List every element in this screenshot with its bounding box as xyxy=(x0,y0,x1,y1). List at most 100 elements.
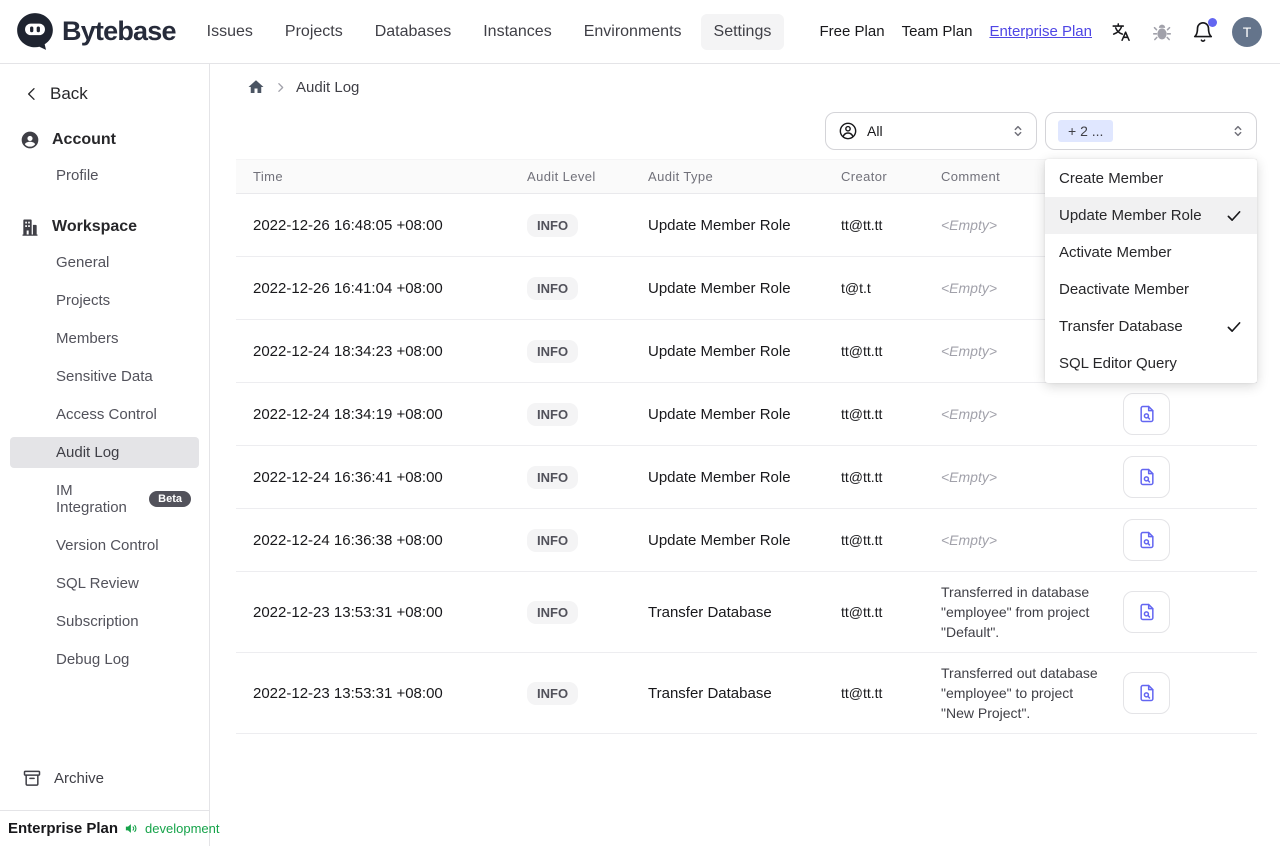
sidebar-section-title: Workspace xyxy=(52,218,138,235)
bytebase-logo-icon xyxy=(17,12,53,50)
nav-item-databases[interactable]: Databases xyxy=(362,14,465,50)
cell-time: 2022-12-24 16:36:38 +08:00 xyxy=(253,531,443,549)
sidebar-item-label: General xyxy=(56,254,110,271)
sidebar-item-label: Debug Log xyxy=(56,651,130,668)
cell-audit-type: Update Member Role xyxy=(648,531,791,549)
user-avatar[interactable]: T xyxy=(1232,16,1262,47)
audit-level-badge: INFO xyxy=(527,528,579,552)
sidebar-item-version-control[interactable]: Version Control xyxy=(10,530,199,561)
column-header-time: Time xyxy=(253,169,284,184)
cell-actions xyxy=(1106,662,1257,724)
sidebar-item-audit-log[interactable]: Audit Log xyxy=(10,437,199,468)
table-row: 2022-12-24 18:34:19 +08:00 INFO Update Mem… xyxy=(236,383,1257,446)
settings-sidebar: Back Account Profile Workspace General Proje… xyxy=(0,64,220,846)
menu-item-label: Create Member xyxy=(1059,170,1164,187)
nav-item-issues[interactable]: Issues xyxy=(194,14,266,50)
plan-link-free-plan[interactable]: Free Plan xyxy=(820,23,885,40)
audit-type-filter-select[interactable]: + 2 ... xyxy=(1045,112,1257,150)
sidebar-item-sensitive-data[interactable]: Sensitive Data xyxy=(10,361,199,392)
home-icon[interactable] xyxy=(247,78,265,96)
beta-badge: Beta xyxy=(149,491,191,507)
cell-audit-level: INFO xyxy=(510,393,631,436)
menu-item-create-member[interactable]: Create Member xyxy=(1045,160,1257,197)
cell-audit-type: Update Member Role xyxy=(648,216,791,234)
notification-dot xyxy=(1208,17,1217,27)
plan-link-team-plan[interactable]: Team Plan xyxy=(902,23,973,40)
column-header-creator: Creator xyxy=(841,169,888,184)
sidebar-item-label: Version Control xyxy=(56,537,159,554)
cell-creator: tt@tt.tt xyxy=(841,604,883,620)
sidebar-item-projects[interactable]: Projects xyxy=(10,285,199,316)
sidebar-item-access-control[interactable]: Access Control xyxy=(10,399,199,430)
menu-item-activate-member[interactable]: Activate Member xyxy=(1045,234,1257,271)
audit-type-dropdown-menu: Create Member Update Member Role Activate … xyxy=(1045,159,1257,383)
table-row: 2022-12-23 13:53:31 +08:00 INFO Transfer D… xyxy=(236,653,1257,734)
user-circle-icon xyxy=(839,122,857,140)
sidebar-item-label: SQL Review xyxy=(56,575,139,592)
nav-item-settings[interactable]: Settings xyxy=(700,13,785,50)
cell-audit-type: Transfer Database xyxy=(648,603,772,621)
creator-filter-select[interactable]: All xyxy=(825,112,1037,150)
chevron-up-down-icon xyxy=(1234,125,1242,137)
menu-item-sql-editor-query[interactable]: SQL Editor Query xyxy=(1045,345,1257,382)
file-search-icon xyxy=(1139,405,1154,423)
back-button[interactable]: Back xyxy=(0,64,209,104)
sidebar-section-items: General Projects Members Sensitive Data Acce… xyxy=(0,247,209,675)
creator-filter-value: All xyxy=(867,123,883,139)
sidebar-item-archive[interactable]: Archive xyxy=(0,760,209,796)
cell-creator: tt@tt.tt xyxy=(841,685,883,701)
sidebar-item-general[interactable]: General xyxy=(10,247,199,278)
sidebar-section-items: Profile xyxy=(0,160,209,191)
cell-audit-type: Update Member Role xyxy=(648,342,791,360)
bytebase-logo[interactable]: Bytebase xyxy=(14,11,176,53)
bug-report-icon[interactable] xyxy=(1150,20,1174,44)
notifications-bell-icon[interactable] xyxy=(1191,17,1217,44)
view-detail-button[interactable] xyxy=(1123,456,1170,498)
audit-level-badge: INFO xyxy=(527,402,579,426)
nav-item-projects[interactable]: Projects xyxy=(272,14,356,50)
audit-level-badge: INFO xyxy=(527,276,579,300)
sidebar-item-im-integration[interactable]: IM Integration Beta xyxy=(10,475,199,523)
cell-comment: <Empty> xyxy=(941,469,998,485)
sidebar-section-account: Account xyxy=(0,130,209,150)
breadcrumb-current: Audit Log xyxy=(296,78,360,96)
cell-audit-level: INFO xyxy=(510,330,631,373)
cell-comment: <Empty> xyxy=(941,406,998,422)
plan-links: Free Plan Team Plan Enterprise Plan xyxy=(820,23,1092,40)
cell-audit-type: Update Member Role xyxy=(648,468,791,486)
plan-link-enterprise-plan[interactable]: Enterprise Plan xyxy=(989,23,1092,40)
audit-type-filter-value: + 2 ... xyxy=(1058,120,1114,142)
cell-creator: tt@tt.tt xyxy=(841,532,883,548)
view-detail-button[interactable] xyxy=(1123,519,1170,561)
menu-item-transfer-database[interactable]: Transfer Database xyxy=(1045,308,1257,345)
sidebar-item-label: Sensitive Data xyxy=(56,368,153,385)
building-icon xyxy=(20,217,40,237)
cell-comment: Transferred in database "employee" from … xyxy=(941,584,1090,640)
cell-time: 2022-12-24 18:34:19 +08:00 xyxy=(253,405,443,423)
translate-icon[interactable] xyxy=(1109,20,1133,44)
cell-actions xyxy=(1106,509,1257,571)
cell-audit-level: INFO xyxy=(510,456,631,499)
chevron-right-icon xyxy=(274,81,287,94)
menu-item-update-member-role[interactable]: Update Member Role xyxy=(1045,197,1257,234)
sidebar-item-profile[interactable]: Profile xyxy=(10,160,199,191)
sidebar-item-debug-log[interactable]: Debug Log xyxy=(10,644,199,675)
sidebar-sections: Account Profile Workspace General Projects Me… xyxy=(0,130,209,675)
sidebar-item-label: IM Integration xyxy=(56,482,127,516)
menu-item-deactivate-member[interactable]: Deactivate Member xyxy=(1045,271,1257,308)
sidebar-section-title: Account xyxy=(52,131,116,148)
view-detail-button[interactable] xyxy=(1123,393,1170,435)
cell-time: 2022-12-24 18:34:23 +08:00 xyxy=(253,342,443,360)
menu-item-label: Transfer Database xyxy=(1059,318,1183,335)
view-detail-button[interactable] xyxy=(1123,672,1170,714)
nav-item-environments[interactable]: Environments xyxy=(571,14,695,50)
sidebar-item-subscription[interactable]: Subscription xyxy=(10,606,199,637)
sidebar-item-sql-review[interactable]: SQL Review xyxy=(10,568,199,599)
sidebar-item-members[interactable]: Members xyxy=(10,323,199,354)
archive-icon xyxy=(23,770,41,786)
view-detail-button[interactable] xyxy=(1123,591,1170,633)
menu-item-label: Deactivate Member xyxy=(1059,281,1190,298)
nav-item-instances[interactable]: Instances xyxy=(470,14,564,50)
check-icon xyxy=(1225,207,1243,225)
cell-audit-type: Update Member Role xyxy=(648,405,791,423)
